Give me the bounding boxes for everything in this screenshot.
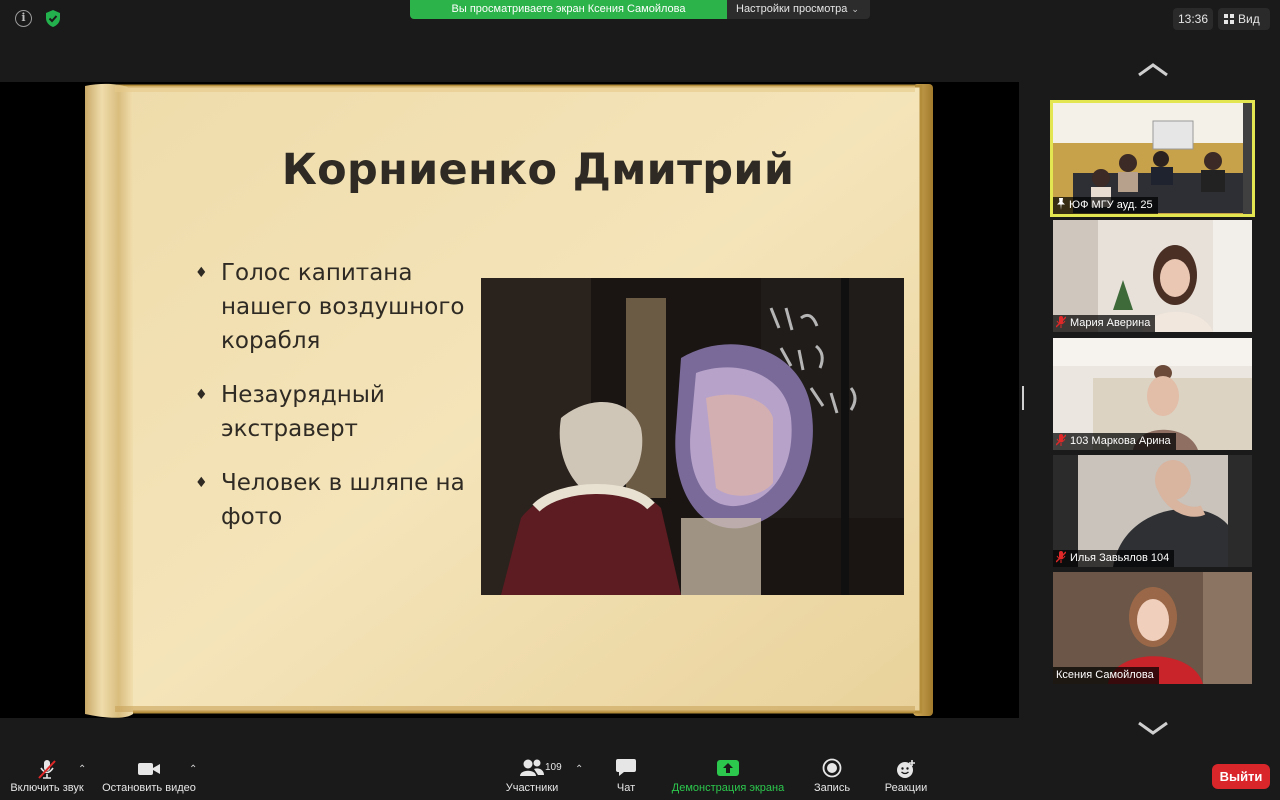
- participant-name: 103 Маркова Арина: [1070, 435, 1171, 447]
- share-screen-label: Демонстрация экрана: [671, 782, 785, 794]
- audio-options-caret-icon[interactable]: ⌃: [78, 764, 86, 775]
- video-tile[interactable]: Ксения Самойлова: [1053, 572, 1252, 684]
- view-button-label: Вид: [1238, 12, 1260, 26]
- grid-icon: [1224, 14, 1234, 24]
- participant-name: Ксения Самойлова: [1056, 669, 1154, 681]
- participant-name-bar: Ксения Самойлова: [1053, 667, 1159, 684]
- shield-check-icon[interactable]: [44, 9, 62, 28]
- record-button[interactable]: Запись: [806, 752, 858, 800]
- slide-photo: [481, 278, 904, 595]
- slide-bullet-list: Голос капитана нашего воздушного корабля…: [195, 256, 475, 554]
- record-label: Запись: [813, 782, 851, 794]
- participant-name-bar: Мария Аверина: [1053, 315, 1156, 332]
- zoom-meeting-window: i Вы просматриваете экран Ксения Самойло…: [0, 0, 1280, 800]
- scroll-down-icon[interactable]: [1137, 720, 1169, 736]
- participants-button[interactable]: Участники: [500, 752, 564, 800]
- slide-bullet: Незаурядный экстраверт: [195, 378, 475, 446]
- video-options-caret-icon[interactable]: ⌃: [189, 764, 197, 775]
- chat-bubble-icon: [616, 759, 636, 776]
- participant-name: Илья Завьялов 104: [1070, 552, 1170, 564]
- smiley-plus-icon: [897, 760, 915, 778]
- leave-meeting-button[interactable]: Выйти: [1212, 764, 1270, 789]
- shared-screen: Корниенко Дмитрий Голос капитана нашего …: [0, 82, 1019, 718]
- chat-label: Чат: [616, 782, 636, 794]
- participant-name-bar: Илья Завьялов 104: [1053, 550, 1175, 567]
- slide-bullet: Голос капитана нашего воздушного корабля: [195, 256, 475, 358]
- reactions-button[interactable]: Реакции: [876, 752, 936, 800]
- participant-name: Мария Аверина: [1070, 317, 1151, 329]
- participant-name-bar: 103 Маркова Арина: [1053, 433, 1176, 450]
- view-options-label: Настройки просмотра: [736, 3, 848, 15]
- participant-name-bar: ЮФ МГУ ауд. 25: [1053, 197, 1158, 214]
- share-screen-button[interactable]: Демонстрация экрана: [664, 752, 792, 800]
- scroll-up-icon[interactable]: [1137, 62, 1169, 78]
- participants-options-caret-icon[interactable]: ⌃: [575, 764, 583, 775]
- slide-title: Корниенко Дмитрий: [281, 145, 795, 195]
- view-button[interactable]: Вид: [1218, 8, 1270, 30]
- pin-icon: [1057, 198, 1065, 210]
- participant-name: ЮФ МГУ ауд. 25: [1069, 199, 1153, 211]
- view-options-dropdown[interactable]: Настройки просмотра ⌄: [727, 0, 870, 19]
- mic-muted-icon: [1056, 316, 1066, 328]
- chat-button[interactable]: Чат: [600, 752, 652, 800]
- video-tile[interactable]: 103 Маркова Арина: [1053, 338, 1252, 450]
- meeting-toolbar: Включить звук ⌃ Остановить видео ⌃ Участ…: [0, 752, 1280, 800]
- video-tile[interactable]: Илья Завьялов 104: [1053, 455, 1252, 567]
- participants-icon: [520, 759, 544, 776]
- info-icon[interactable]: i: [15, 10, 32, 27]
- video-camera-icon: [138, 763, 160, 775]
- panel-resize-handle[interactable]: [1022, 386, 1024, 410]
- slide-bullet: Человек в шляпе на фото: [195, 466, 475, 534]
- presentation-slide: Корниенко Дмитрий Голос капитана нашего …: [85, 82, 933, 718]
- participants-count: 109: [545, 762, 562, 773]
- unmute-button[interactable]: Включить звук: [4, 752, 90, 800]
- stop-video-button[interactable]: Остановить видео: [100, 752, 198, 800]
- reactions-label: Реакции: [884, 782, 928, 794]
- video-tile-active-speaker[interactable]: ЮФ МГУ ауд. 25: [1050, 100, 1255, 217]
- meeting-clock: 13:36: [1173, 8, 1213, 30]
- mic-muted-icon: [1056, 551, 1066, 563]
- mic-muted-icon: [1056, 434, 1066, 446]
- mic-muted-icon: [38, 760, 56, 779]
- screen-share-banner: Вы просматриваете экран Ксения Самойлова: [410, 0, 727, 19]
- participants-label: Участники: [505, 782, 559, 794]
- stop-video-label: Остановить видео: [102, 782, 196, 794]
- share-screen-icon: [717, 760, 739, 776]
- record-icon: [822, 758, 842, 778]
- top-bar: i Вы просматриваете экран Ксения Самойло…: [0, 0, 1280, 38]
- chevron-down-icon: ⌄: [851, 4, 859, 14]
- video-tile[interactable]: Мария Аверина: [1053, 220, 1252, 332]
- unmute-label: Включить звук: [10, 782, 84, 794]
